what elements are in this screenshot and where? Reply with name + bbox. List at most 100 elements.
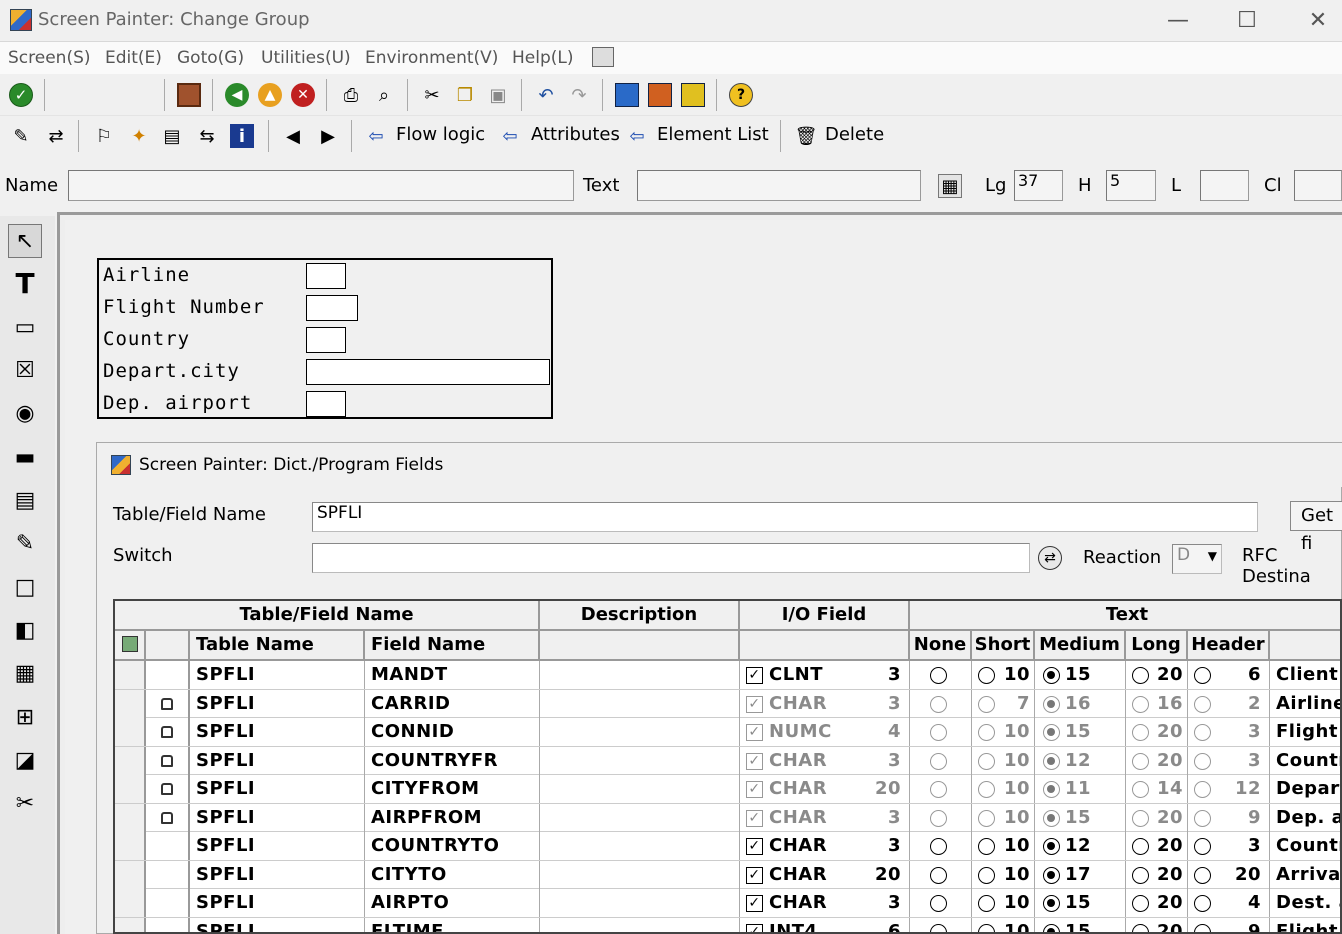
medium-radio[interactable]: [1043, 781, 1060, 798]
status-icon-tool-icon[interactable]: ✂: [8, 786, 42, 820]
table-name-cell[interactable]: SPFLI: [190, 860, 365, 889]
short-cell[interactable]: 10: [972, 661, 1035, 689]
screen-label-depart-city[interactable]: Depart.city: [103, 360, 240, 382]
long-cell[interactable]: 20: [1126, 832, 1188, 860]
medium-radio[interactable]: [1043, 895, 1060, 912]
field-name-cell[interactable]: AIRPTO: [365, 889, 540, 917]
row-selector[interactable]: [115, 775, 146, 803]
edit-wand-icon[interactable]: ✎: [9, 124, 33, 148]
io-checkbox[interactable]: ✓: [746, 695, 763, 713]
paste-icon[interactable]: ▣: [486, 83, 510, 107]
none-cell[interactable]: [910, 889, 972, 917]
field-name-cell[interactable]: MANDT: [365, 661, 540, 689]
long-cell[interactable]: 16: [1126, 689, 1188, 718]
select-all-cell[interactable]: [115, 631, 146, 661]
layout-icon-2[interactable]: [648, 83, 672, 107]
long-cell[interactable]: 20: [1126, 860, 1188, 889]
none-cell[interactable]: [910, 689, 972, 718]
medium-cell[interactable]: 15: [1035, 718, 1126, 746]
table-name-cell[interactable]: SPFLI: [190, 775, 365, 803]
field-name-cell[interactable]: CITYFROM: [365, 775, 540, 803]
copy-icon[interactable]: ❐: [453, 83, 477, 107]
screen-input-dep-airport[interactable]: [306, 391, 346, 417]
long-cell[interactable]: 20: [1126, 718, 1188, 746]
pushbutton-tool-icon[interactable]: ▬: [8, 440, 42, 474]
menu-edit[interactable]: Edit(E): [105, 48, 162, 68]
header-radio[interactable]: [1194, 781, 1211, 798]
enter-icon[interactable]: ✓: [9, 83, 33, 107]
h-field[interactable]: 5: [1106, 170, 1156, 201]
long-cell[interactable]: 20: [1126, 661, 1188, 689]
exit-icon[interactable]: ▲: [258, 83, 282, 107]
io-field-cell[interactable]: ✓ INT4 6: [740, 917, 910, 932]
table-row[interactable]: SPFLI MANDT ✓ CLNT 3 10 15 20 6 Client: [115, 661, 1340, 690]
menu-environment[interactable]: Environment(V): [365, 48, 498, 68]
io-field-cell[interactable]: ✓ NUMC 4: [740, 718, 910, 746]
long-cell[interactable]: 20: [1126, 889, 1188, 917]
screen-label-flight-number[interactable]: Flight Number: [103, 296, 265, 318]
table-row[interactable]: SPFLIAIRPFROM ✓ CHAR 3 10 15 20 9 Dep. ai: [115, 803, 1340, 832]
header-cell[interactable]: 9: [1188, 803, 1270, 832]
hierarchy-icon[interactable]: ⚐: [92, 124, 116, 148]
io-checkbox[interactable]: ✓: [746, 838, 763, 855]
header-radio[interactable]: [1194, 667, 1211, 684]
row-selector[interactable]: [115, 718, 146, 746]
screen-row-airline[interactable]: Airline: [99, 260, 551, 292]
long-radio[interactable]: [1132, 752, 1149, 770]
row-selector[interactable]: [115, 889, 146, 917]
description-cell[interactable]: [540, 803, 740, 832]
table-row[interactable]: SPFLI CARRID ✓ CHAR 3 7 16 16 2 Airline: [115, 689, 1340, 718]
next-icon[interactable]: ▶: [316, 124, 340, 148]
none-radio[interactable]: [930, 752, 947, 770]
medium-cell[interactable]: 17: [1035, 860, 1126, 889]
redo-icon[interactable]: ↷: [567, 83, 591, 107]
medium-radio[interactable]: [1043, 695, 1060, 713]
tabstrip-tool-icon[interactable]: ▤: [8, 483, 42, 517]
table-name-cell[interactable]: SPFLI: [190, 803, 365, 832]
none-cell[interactable]: [910, 832, 972, 860]
screen-label-airline[interactable]: Airline: [103, 264, 190, 286]
layout-icon-1[interactable]: [615, 83, 639, 107]
screen-input-airline[interactable]: [306, 263, 346, 289]
screen-row-country[interactable]: Country: [99, 324, 551, 356]
medium-cell[interactable]: 15: [1035, 889, 1126, 917]
switch-input[interactable]: [312, 543, 1030, 573]
table-row[interactable]: SPFLIFLTIME ✓ INT4 6 10 15 20 9 Flight t: [115, 917, 1340, 932]
field-name-cell[interactable]: CITYTO: [365, 860, 540, 889]
table-name-cell[interactable]: SPFLI: [190, 746, 365, 775]
menu-utilities[interactable]: Utilities(U): [261, 48, 351, 68]
io-checkbox[interactable]: ✓: [746, 866, 763, 884]
none-cell[interactable]: [910, 775, 972, 803]
attributes-button[interactable]: Attributes: [531, 124, 620, 145]
activate-icon[interactable]: ✦: [127, 124, 151, 148]
table-wizard-tool-icon[interactable]: ⊞: [8, 700, 42, 734]
subscreen-tool-icon[interactable]: ◧: [8, 613, 42, 647]
medium-cell[interactable]: 12: [1035, 832, 1126, 860]
short-cell[interactable]: 10: [972, 832, 1035, 860]
io-field-cell[interactable]: ✓ CLNT 3: [740, 661, 910, 689]
header-radio[interactable]: [1194, 866, 1211, 884]
short-radio[interactable]: [978, 923, 995, 932]
save-icon[interactable]: [177, 83, 201, 107]
field-name-cell[interactable]: CARRID: [365, 689, 540, 718]
header-radio[interactable]: [1194, 809, 1211, 827]
io-checkbox[interactable]: ✓: [746, 923, 763, 932]
header-radio[interactable]: [1194, 895, 1211, 912]
medium-radio[interactable]: [1043, 809, 1060, 827]
delete-button[interactable]: Delete: [825, 124, 884, 145]
header-cell[interactable]: 20: [1188, 860, 1270, 889]
text-cell[interactable]: Dest. a: [1270, 889, 1340, 917]
medium-radio[interactable]: [1043, 667, 1060, 684]
checkbox-tool-icon[interactable]: ☒: [8, 353, 42, 387]
field-name-cell[interactable]: COUNTRYTO: [365, 832, 540, 860]
row-selector[interactable]: [115, 689, 146, 718]
undo-icon[interactable]: ↶: [534, 83, 558, 107]
row-selector[interactable]: [115, 803, 146, 832]
input-field-tool-icon[interactable]: ▭: [8, 310, 42, 344]
row-selector[interactable]: [115, 832, 146, 860]
cut-icon[interactable]: ✂: [420, 83, 444, 107]
header-radio[interactable]: [1194, 695, 1211, 713]
text-cell[interactable]: Country: [1270, 747, 1340, 775]
find-icon[interactable]: ⌕: [372, 83, 396, 107]
header-cell[interactable]: 12: [1188, 775, 1270, 803]
